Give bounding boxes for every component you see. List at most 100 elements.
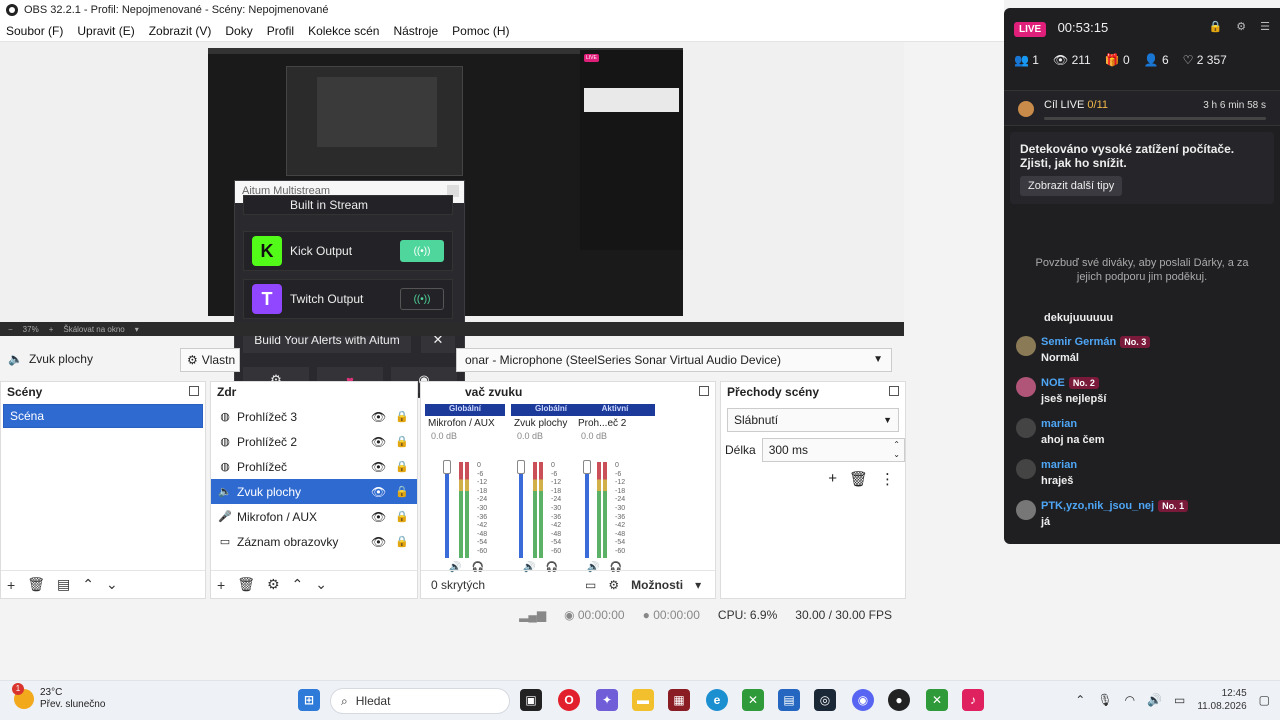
undock-icon[interactable]	[889, 386, 899, 396]
lock-icon[interactable]: 🔒	[395, 485, 409, 498]
channel-label[interactable]: Proh...eč 2	[575, 416, 655, 431]
chevron-up-icon[interactable]: ⌃	[1075, 693, 1085, 707]
settings-icon[interactable]: ⚙	[1236, 20, 1246, 33]
source-item[interactable]: ▭ Záznam obrazovky 👁 🔒	[211, 529, 417, 554]
lock-icon[interactable]: 🔒	[1209, 20, 1223, 33]
undock-icon[interactable]	[189, 386, 199, 396]
clock[interactable]: 12:45 11.08.2026	[1197, 687, 1246, 713]
remove-transition-icon[interactable]: 🗑	[849, 470, 868, 488]
chat-nick[interactable]: Semir Germán No. 3	[1041, 336, 1151, 348]
lock-icon[interactable]: 🔒	[395, 435, 409, 448]
visibility-eye-icon[interactable]: 👁	[371, 510, 386, 524]
store-icon[interactable]: ▤	[778, 689, 800, 711]
filter-icon[interactable]: ▤	[57, 576, 70, 593]
menu-tools[interactable]: Nástroje	[393, 24, 438, 38]
live-goal[interactable]: Cíl LIVE 0/11 3 h 6 min 58 s	[1004, 90, 1280, 126]
layout-icon[interactable]: ▭	[585, 578, 596, 592]
remove-scene-icon[interactable]: 🗑	[27, 576, 45, 593]
fader-handle[interactable]	[443, 460, 451, 474]
twitch-toggle-button[interactable]: ((•))	[400, 288, 444, 310]
show-tips-button[interactable]: Zobrazit další tipy	[1020, 176, 1123, 196]
obs-icon[interactable]: ●	[888, 689, 910, 711]
menu-docks[interactable]: Doky	[225, 24, 252, 38]
move-up-icon[interactable]: ⌃	[292, 576, 304, 593]
undock-icon[interactable]	[699, 386, 709, 396]
battery-icon[interactable]: ▭	[1174, 693, 1185, 707]
menu-edit[interactable]: Upravit (E)	[77, 24, 134, 38]
fader-handle[interactable]	[517, 460, 525, 474]
discord-icon[interactable]: ◉	[852, 689, 874, 711]
weather-widget[interactable]: 1 23°C Přev. slunečno	[12, 683, 105, 711]
lock-icon[interactable]: 🔒	[395, 460, 409, 473]
transition-select[interactable]: Slábnutí ▼	[727, 408, 899, 432]
task-view-icon[interactable]: ▣	[520, 689, 542, 711]
lock-icon[interactable]: 🔒	[395, 510, 409, 523]
source-item[interactable]: ◍ Prohlížeč 👁 🔒	[211, 454, 417, 479]
taskbar-search[interactable]: ⌕ Hledat	[330, 688, 510, 714]
zoom-mode-chevron-icon[interactable]: ▾	[135, 325, 139, 334]
zoom-out-icon[interactable]: −	[8, 325, 13, 334]
source-item[interactable]: 🎤 Mikrofon / AUX 👁 🔒	[211, 504, 417, 529]
move-down-icon[interactable]: ⌄	[315, 576, 327, 593]
volume-fader[interactable]	[519, 466, 523, 558]
microphone-icon[interactable]: 🎙	[1097, 693, 1112, 707]
wifi-icon[interactable]: ◠	[1125, 693, 1135, 707]
volume-fader[interactable]	[445, 466, 449, 558]
steam-icon[interactable]: ◎	[814, 689, 836, 711]
add-source-icon[interactable]: +	[217, 577, 225, 593]
chat-nick[interactable]: NOE No. 2	[1041, 377, 1099, 389]
file-explorer-icon[interactable]: ▬	[632, 689, 654, 711]
opera-icon[interactable]: O	[558, 689, 580, 711]
more-icon[interactable]: ⋮	[880, 470, 895, 488]
audio-device-select[interactable]: onar - Microphone (SteelSeries Sonar Vir…	[456, 348, 892, 372]
app-icon[interactable]: ▦	[668, 689, 690, 711]
start-icon[interactable]: ⊞	[298, 689, 320, 711]
visibility-eye-icon[interactable]: 👁	[371, 485, 386, 499]
zoom-mode[interactable]: Škálovat na okno	[63, 325, 124, 334]
xbox-icon[interactable]: ✕	[742, 689, 764, 711]
duration-input[interactable]: 300 ms ⌃ ⌄	[761, 438, 905, 462]
edge-icon[interactable]: e	[706, 689, 728, 711]
copilot-icon[interactable]: ✦	[596, 689, 618, 711]
source-properties-icon[interactable]: ⚙	[267, 576, 280, 593]
visibility-eye-icon[interactable]: 👁	[371, 535, 386, 549]
visibility-eye-icon[interactable]: 👁	[371, 460, 386, 474]
notifications-icon[interactable]: ▢	[1259, 693, 1270, 707]
menu-scene-collection[interactable]: Kolekce scén	[308, 24, 379, 38]
properties-button[interactable]: ⚙ Vlastn	[180, 348, 240, 372]
fader-handle[interactable]	[583, 460, 591, 474]
move-up-icon[interactable]: ⌃	[82, 576, 94, 593]
lock-icon[interactable]: 🔒	[395, 410, 409, 423]
menu-help[interactable]: Pomoc (H)	[452, 24, 509, 38]
xbox-app-icon[interactable]: ✕	[926, 689, 948, 711]
menu-icon[interactable]: ☰	[1260, 20, 1270, 33]
source-item[interactable]: ◍ Prohlížeč 3 👁 🔒	[211, 404, 417, 429]
menu-view[interactable]: Zobrazit (V)	[149, 24, 212, 38]
add-scene-icon[interactable]: +	[7, 577, 15, 593]
visibility-eye-icon[interactable]: 👁	[371, 410, 386, 424]
menu-file[interactable]: Soubor (F)	[6, 24, 63, 38]
lock-icon[interactable]: 🔒	[395, 535, 409, 548]
options-button[interactable]: Možnosti	[631, 578, 683, 592]
advanced-audio-icon[interactable]: ⚙	[608, 578, 619, 592]
move-down-icon[interactable]: ⌄	[106, 576, 118, 593]
menu-profile[interactable]: Profil	[267, 24, 294, 38]
visibility-eye-icon[interactable]: 👁	[371, 435, 386, 449]
chat-nick[interactable]: marian	[1041, 459, 1077, 471]
scene-item[interactable]: Scéna	[3, 404, 203, 428]
chat-nick[interactable]: PTK,yzo,nik_jsou_nej No. 1	[1041, 500, 1189, 512]
tiktok-icon[interactable]: ♪	[962, 689, 984, 711]
spinner-icon[interactable]: ⌃ ⌄	[893, 440, 900, 460]
channel-label[interactable]: Mikrofon / AUX	[425, 416, 505, 431]
hidden-count[interactable]: 0 skrytých	[431, 578, 485, 592]
volume-icon[interactable]: 🔊	[1147, 693, 1162, 707]
zoom-in-icon[interactable]: +	[49, 325, 54, 334]
source-item-selected[interactable]: 🔈 Zvuk plochy 👁 🔒	[211, 479, 417, 504]
volume-fader[interactable]	[585, 466, 589, 558]
kick-toggle-button[interactable]: ((•))	[400, 240, 444, 262]
source-item[interactable]: ◍ Prohlížeč 2 👁 🔒	[211, 429, 417, 454]
chevron-down-icon[interactable]: ▾	[695, 578, 701, 592]
remove-source-icon[interactable]: 🗑	[237, 576, 255, 593]
chat-nick[interactable]: marian	[1041, 418, 1077, 430]
add-transition-icon[interactable]: +	[828, 470, 837, 488]
